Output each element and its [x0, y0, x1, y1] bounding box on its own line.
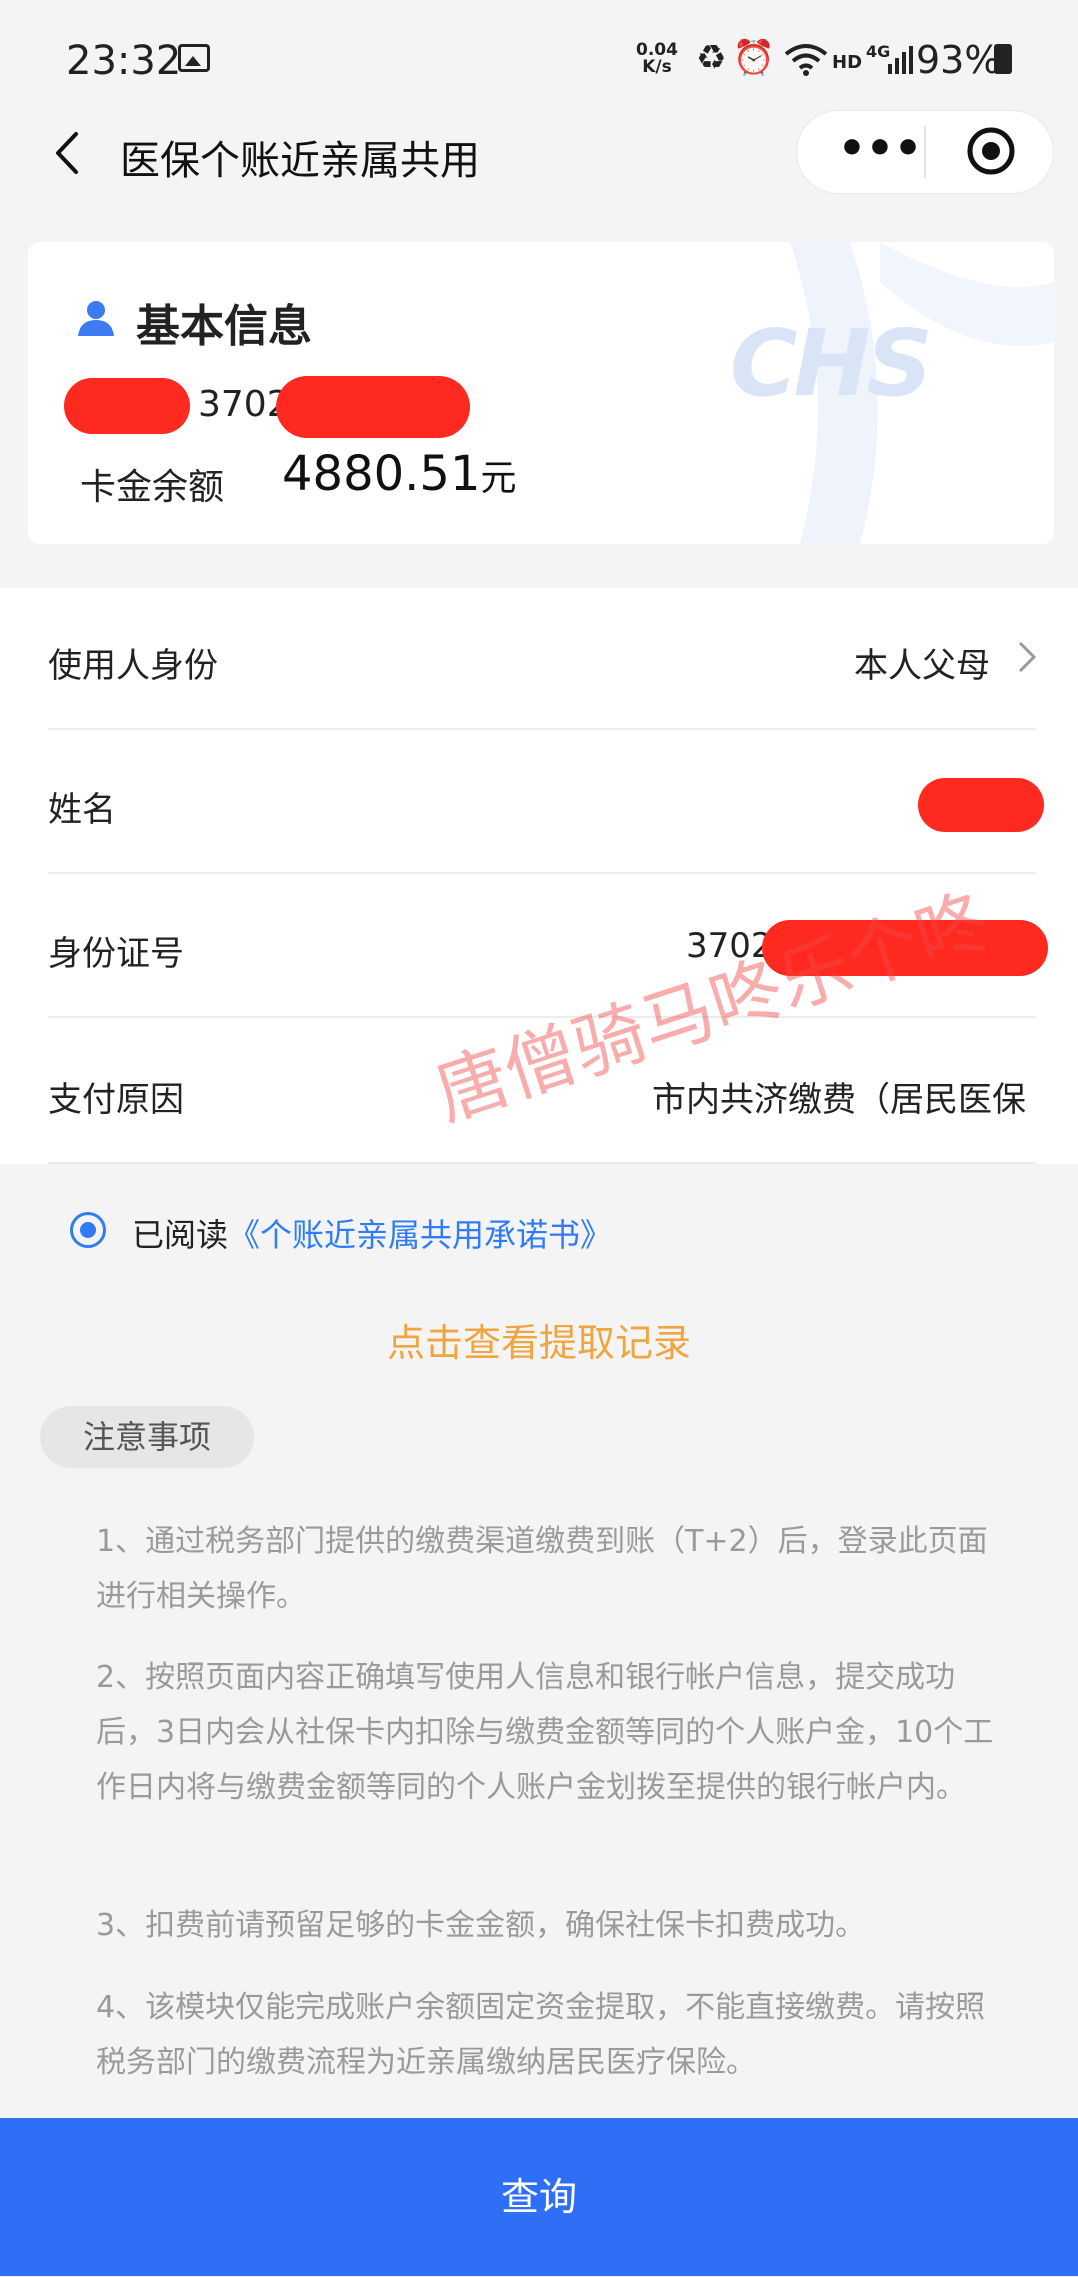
status-time: 23:32 — [66, 38, 182, 84]
notice-item: 1、通过税务部门提供的缴费渠道缴费到账（T+2）后，登录此页面进行相关操作。 — [96, 1524, 988, 1614]
notice-item: 3、扣费前请预留足够的卡金金额，确保社保卡扣费成功。 — [96, 1908, 866, 1943]
agreement-radio-dot — [80, 1222, 96, 1238]
balance-amount: 4880.51元 — [282, 446, 517, 502]
network-speed: 0.04 K/s — [636, 42, 678, 76]
hd-indicator: HD — [832, 52, 863, 73]
recycle-icon: ♻ — [696, 38, 733, 78]
alarm-icon: ⏰ — [732, 38, 781, 78]
battery-percent: 93% — [916, 38, 1001, 82]
more-menu-button[interactable]: ••• — [830, 112, 930, 192]
view-records-link[interactable]: 点击查看提取记录 — [0, 1312, 1078, 1367]
capsule-divider — [924, 126, 926, 178]
row-divider — [48, 1162, 1036, 1164]
identity-label: 使用人身份 — [48, 646, 218, 686]
chevron-right-icon[interactable] — [1016, 640, 1038, 674]
gallery-notification-icon — [178, 44, 210, 72]
agreement-text: 已阅读《个账近亲属共用承诺书》 — [132, 1210, 612, 1256]
query-button[interactable]: 查询 — [0, 2118, 1078, 2276]
status-icons: ♻⏰ — [696, 38, 781, 78]
agreement-link[interactable]: 《个账近亲属共用承诺书》 — [228, 1216, 612, 1254]
network-type: 4G — [866, 42, 891, 61]
wifi-icon — [784, 44, 828, 76]
name-label: 姓名 — [48, 790, 116, 830]
notice-title: 注意事项 — [40, 1406, 254, 1468]
page-title: 医保个账近亲属共用 — [120, 138, 480, 184]
person-icon — [78, 301, 114, 336]
payment-reason-label: 支付原因 — [48, 1080, 184, 1120]
notice-item: 4、该模块仅能完成账户余额固定资金提取，不能直接缴费。请按照税务部门的缴费流程为… — [96, 1990, 986, 2080]
back-arrow-icon[interactable] — [48, 130, 88, 176]
agreement-prefix: 已阅读 — [132, 1216, 229, 1254]
redacted-id — [276, 376, 470, 438]
row-divider — [48, 728, 1036, 730]
battery-icon — [994, 44, 1012, 74]
chs-logo: CHS — [730, 310, 933, 417]
close-mini-program-icon[interactable] — [966, 126, 1016, 176]
card-title: 基本信息 — [136, 301, 312, 352]
redacted-user-name — [918, 778, 1044, 832]
balance-value: 4880.51 — [282, 446, 481, 502]
signal-icon — [888, 46, 913, 74]
network-speed-unit: K/s — [642, 57, 672, 77]
redacted-name — [64, 378, 190, 434]
id-number-label: 身份证号 — [48, 934, 184, 974]
row-divider — [48, 872, 1036, 874]
balance-label: 卡金余额 — [80, 467, 225, 508]
balance-unit: 元 — [480, 458, 517, 499]
payment-reason-value[interactable]: 市内共济缴费（居民医保 — [652, 1072, 1036, 1121]
identity-value[interactable]: 本人父母 — [854, 638, 990, 687]
notice-item: 2、按照页面内容正确填写使用人信息和银行帐户信息，提交成功后，3日内会从社保卡内… — [96, 1660, 994, 1805]
